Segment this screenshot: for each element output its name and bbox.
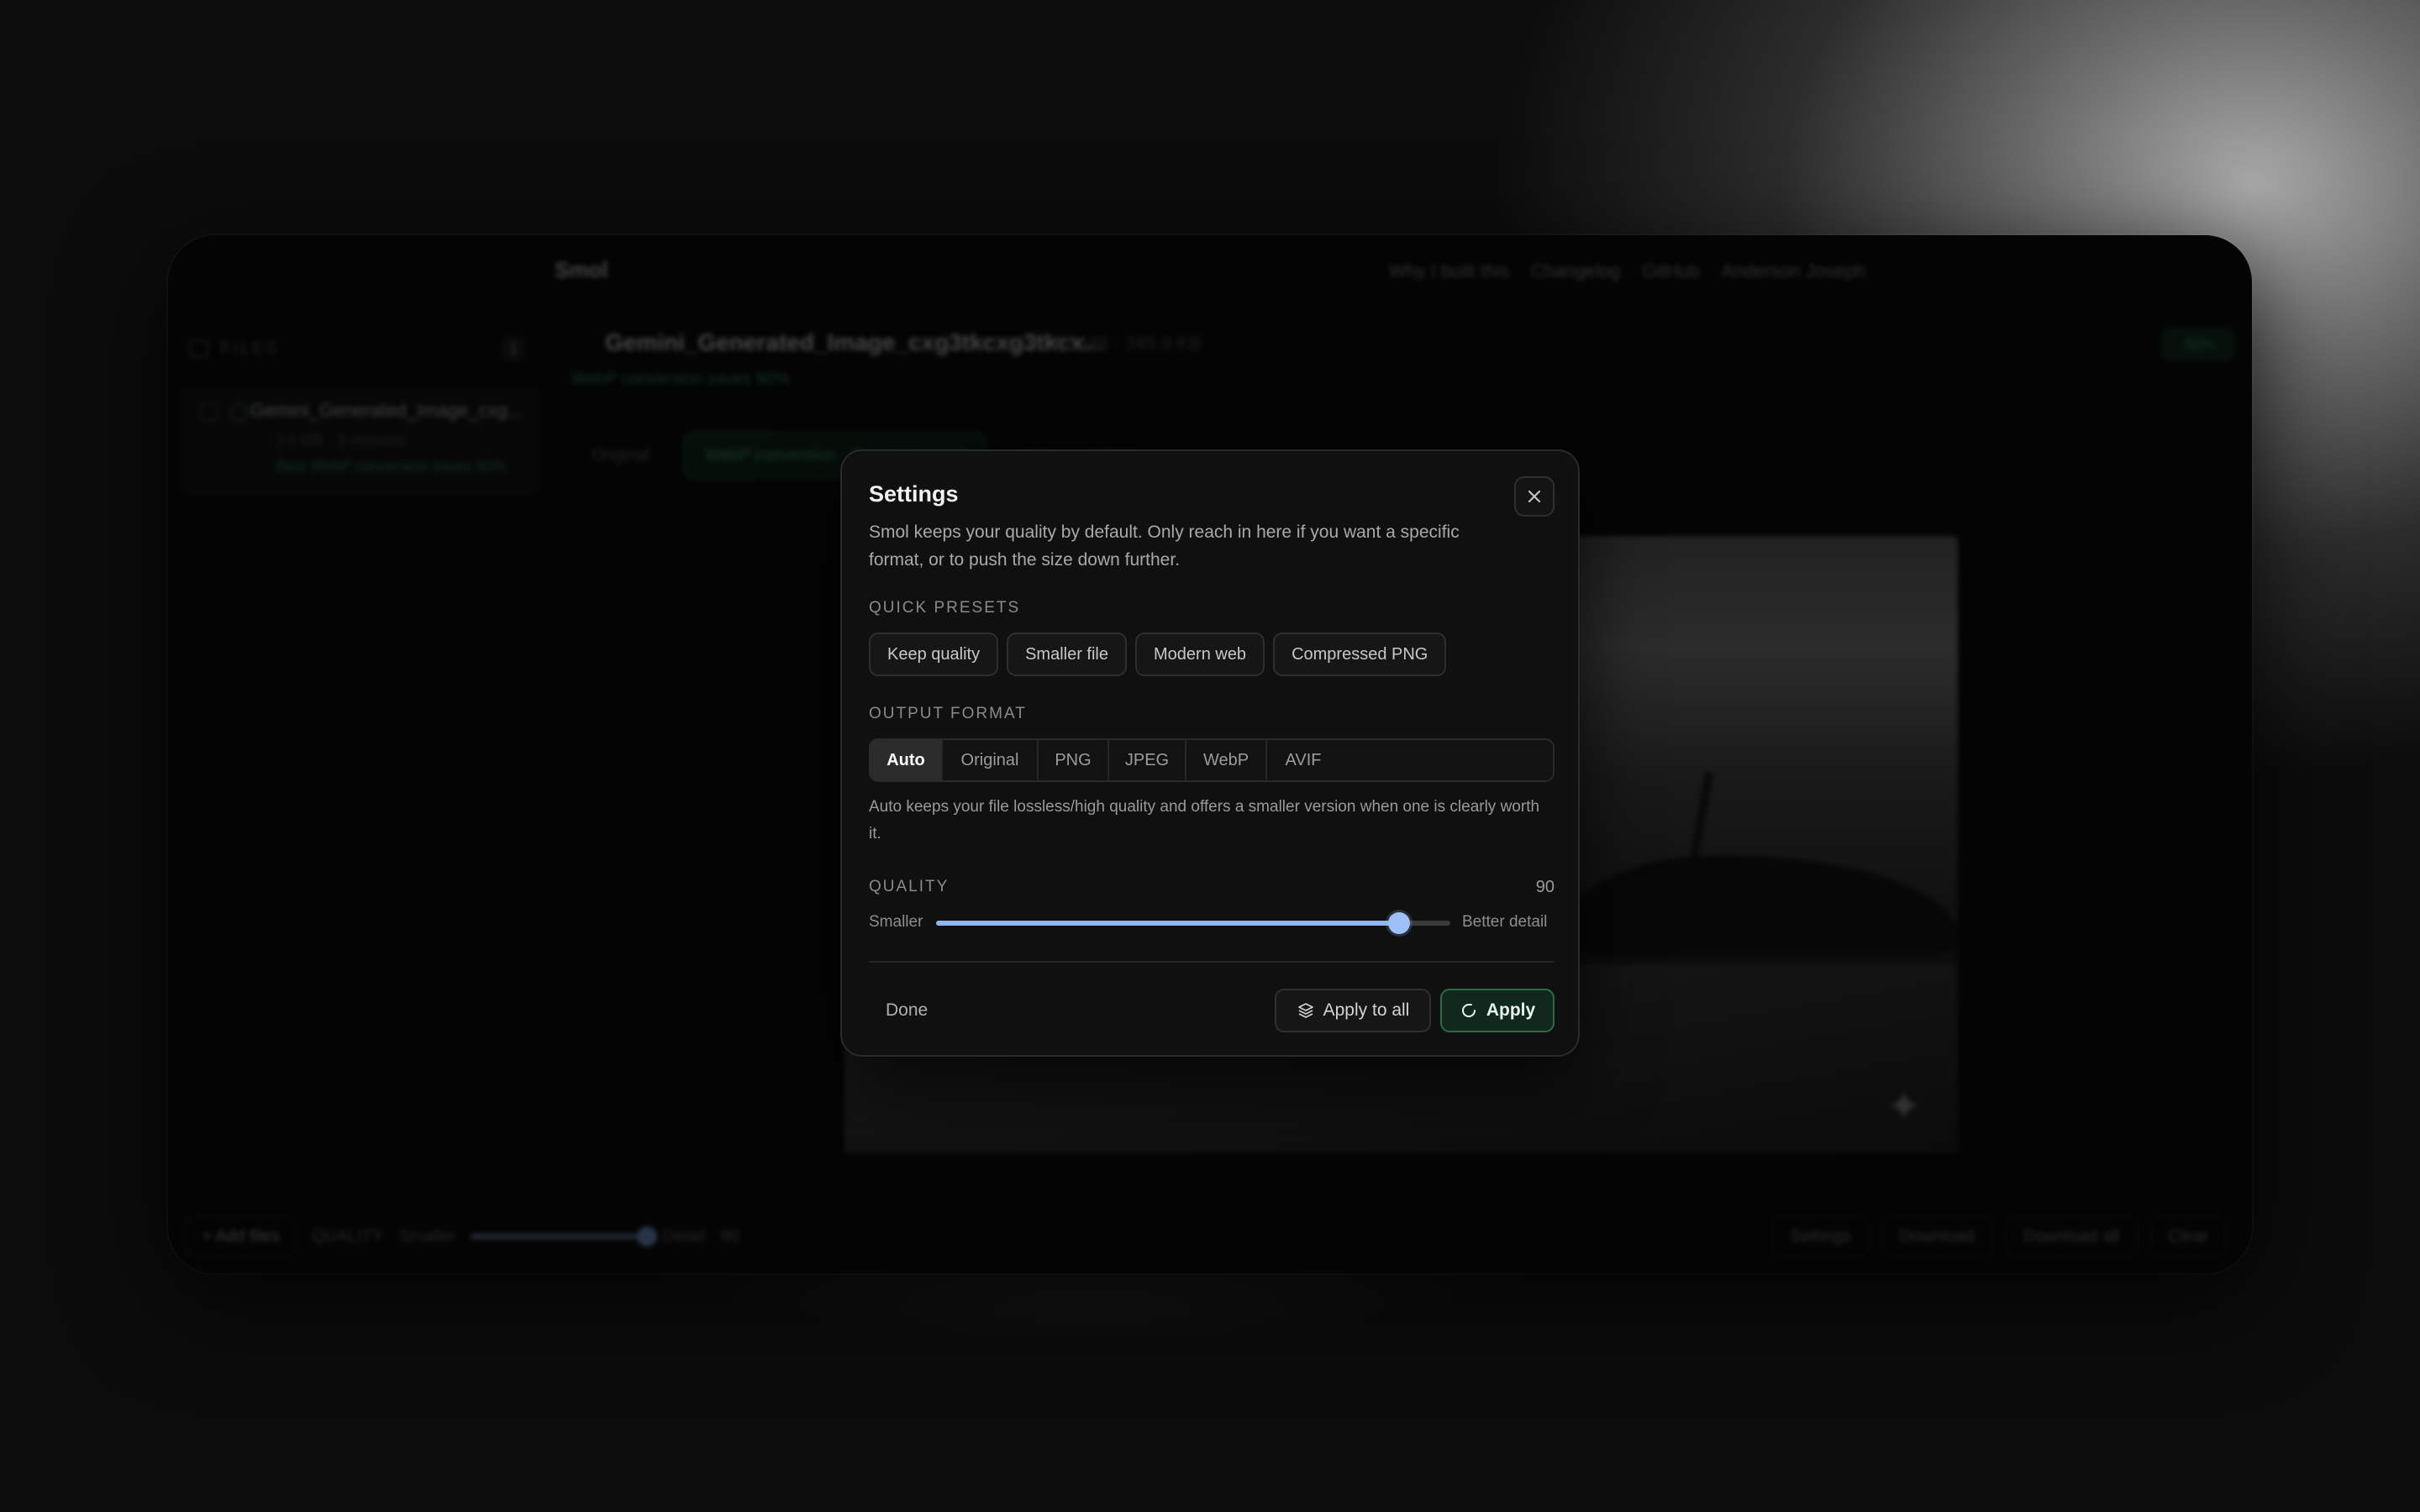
- quality-slider-fill: [936, 921, 1399, 926]
- done-button[interactable]: Done: [869, 989, 944, 1032]
- slider-min-label: Smaller: [869, 913, 923, 931]
- format-png[interactable]: PNG: [1039, 740, 1109, 780]
- format-original[interactable]: Original: [943, 740, 1039, 780]
- quick-presets-label: QUICK PRESETS: [869, 599, 1021, 617]
- format-webp[interactable]: WebP: [1186, 740, 1267, 780]
- layers-icon: [1297, 1001, 1315, 1020]
- output-format-label: OUTPUT FORMAT: [869, 705, 1027, 722]
- dialog-title: Settings: [869, 481, 959, 507]
- format-avif[interactable]: AVIF: [1267, 740, 1339, 780]
- preset-smaller-file[interactable]: Smaller file: [1007, 633, 1127, 676]
- slider-max-label: Better detail: [1462, 913, 1548, 931]
- refresh-icon: [1460, 1001, 1478, 1020]
- preset-modern-web[interactable]: Modern web: [1135, 633, 1265, 676]
- preset-keep-quality[interactable]: Keep quality: [869, 633, 999, 676]
- format-auto[interactable]: Auto: [871, 740, 943, 780]
- quality-slider-thumb[interactable]: [1387, 912, 1410, 934]
- quality-slider[interactable]: [936, 912, 1450, 934]
- quality-label: QUALITY: [869, 878, 950, 895]
- close-button[interactable]: [1514, 476, 1555, 517]
- close-icon: [1527, 489, 1542, 504]
- quality-value: 90: [1535, 878, 1555, 896]
- apply-label: Apply: [1486, 1000, 1536, 1020]
- dialog-divider: [869, 961, 1555, 963]
- settings-dialog: Settings Smol keeps your quality by defa…: [840, 449, 1580, 1057]
- format-jpeg[interactable]: JPEG: [1109, 740, 1186, 780]
- dialog-description: Smol keeps your quality by default. Only…: [869, 522, 1460, 570]
- format-note: Auto keeps your file lossless/high quali…: [869, 798, 1540, 843]
- preset-compressed-png[interactable]: Compressed PNG: [1273, 633, 1447, 676]
- apply-to-all-label: Apply to all: [1323, 1000, 1410, 1020]
- output-format-selector: Auto Original PNG JPEG WebP AVIF: [869, 738, 1555, 782]
- apply-to-all-button[interactable]: Apply to all: [1275, 989, 1431, 1032]
- apply-button[interactable]: Apply: [1440, 989, 1555, 1032]
- quick-presets: Keep quality Smaller file Modern web Com…: [869, 633, 1447, 676]
